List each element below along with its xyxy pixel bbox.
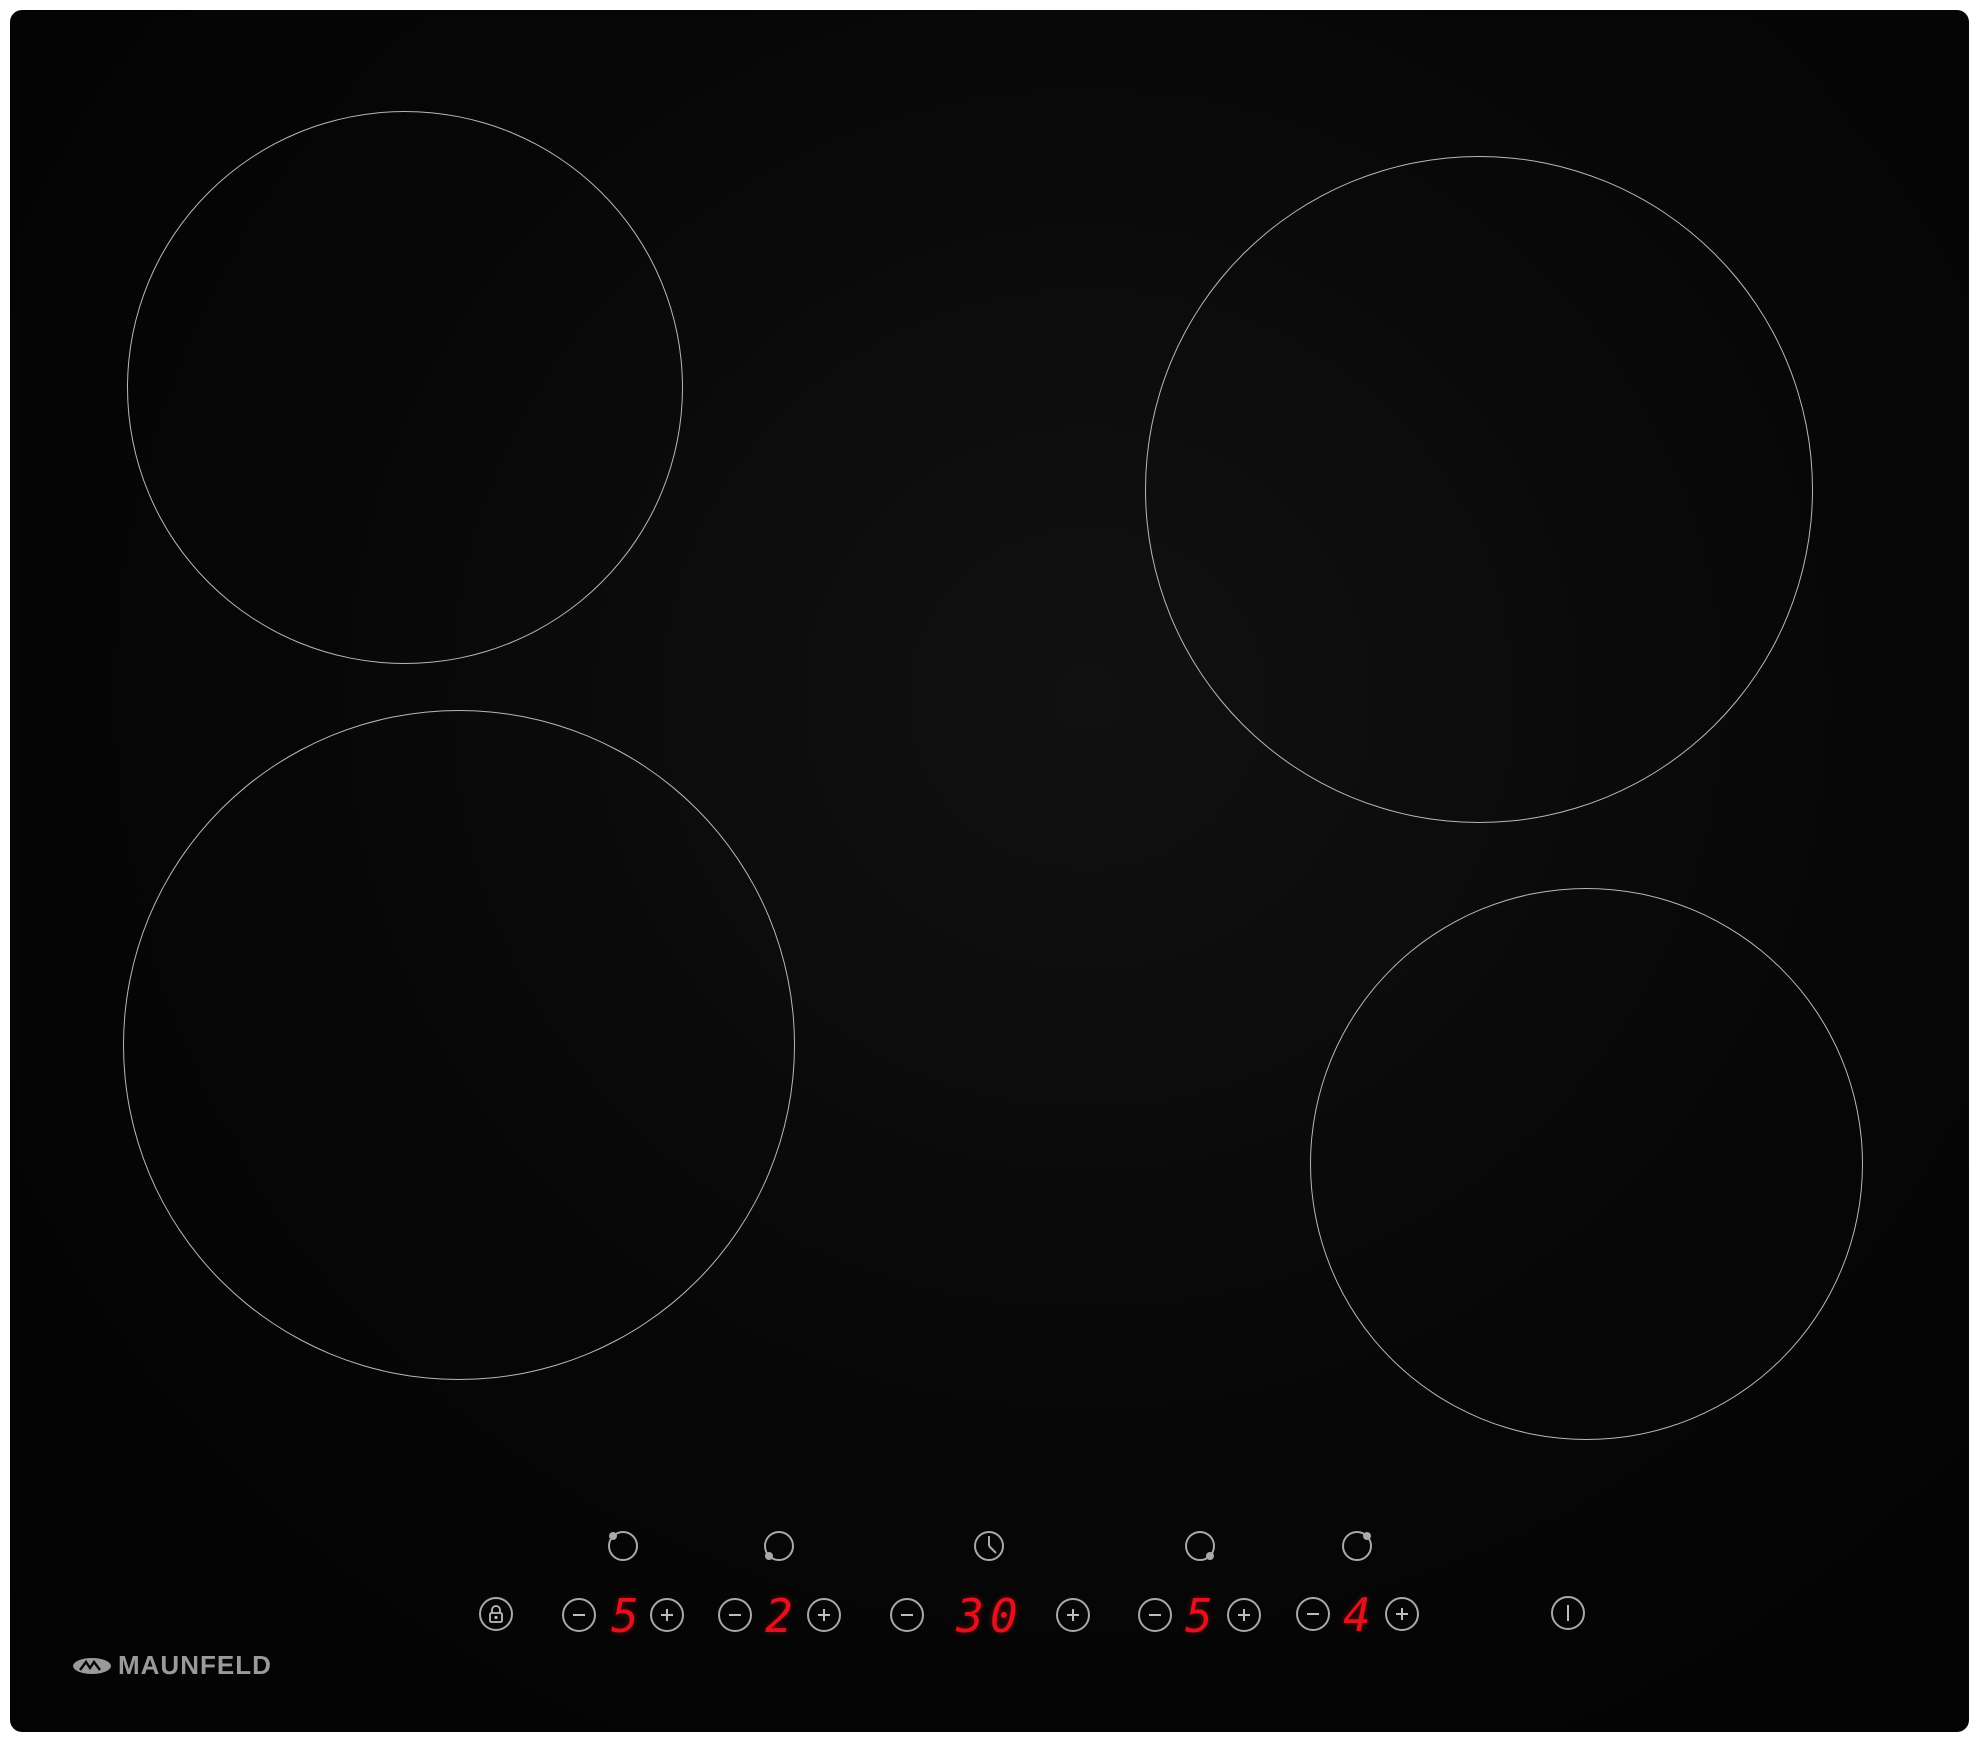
zone-front-right-minus-button[interactable]	[1138, 1598, 1172, 1632]
timer-minus-button[interactable]	[890, 1598, 924, 1632]
minus-icon	[901, 1614, 913, 1616]
plus-icon	[1067, 1609, 1079, 1621]
brand-logo: MAUNFELD	[72, 1650, 272, 1681]
lock-button[interactable]	[479, 1597, 513, 1631]
zone-front-right-icon[interactable]	[1183, 1529, 1217, 1563]
minus-icon	[1149, 1614, 1161, 1616]
minus-icon	[729, 1614, 741, 1616]
cooking-zone-rear-left	[127, 111, 683, 664]
plus-icon	[661, 1609, 673, 1621]
cooking-zone-rear-right	[1145, 156, 1813, 823]
zone-front-left-level-display: 2	[765, 1589, 799, 1643]
cooktop-panel: 5 2 30 5 4 MAUNFELD	[10, 10, 1969, 1732]
maunfeld-logo-mark-icon	[73, 1657, 111, 1674]
zone-front-right-level-display: 5	[1185, 1589, 1219, 1643]
plus-icon	[1396, 1608, 1408, 1620]
cooking-zone-front-left	[123, 710, 795, 1380]
zone-front-right-plus-button[interactable]	[1227, 1598, 1261, 1632]
minus-icon	[573, 1614, 585, 1616]
lock-icon	[489, 1605, 503, 1623]
timer-display: 30	[956, 1589, 1024, 1643]
zone-front-left-minus-button[interactable]	[718, 1598, 752, 1632]
zone-rear-right-plus-button[interactable]	[1385, 1597, 1419, 1631]
plus-icon	[818, 1609, 830, 1621]
clock-icon[interactable]	[972, 1529, 1006, 1563]
brand-name: MAUNFELD	[118, 1650, 272, 1680]
plus-icon	[1238, 1609, 1250, 1621]
power-button[interactable]	[1551, 1596, 1585, 1630]
zone-rear-left-minus-button[interactable]	[562, 1598, 596, 1632]
zone-rear-left-plus-button[interactable]	[650, 1598, 684, 1632]
zone-rear-left-level-display: 5	[611, 1589, 645, 1643]
minus-icon	[1307, 1613, 1319, 1615]
zone-rear-right-minus-button[interactable]	[1296, 1597, 1330, 1631]
zone-rear-right-icon[interactable]	[1340, 1529, 1374, 1563]
power-icon	[1567, 1605, 1569, 1621]
zone-front-left-plus-button[interactable]	[807, 1598, 841, 1632]
zone-front-left-icon[interactable]	[762, 1529, 796, 1563]
cooking-zone-front-right	[1310, 888, 1863, 1440]
zone-rear-left-icon[interactable]	[606, 1529, 640, 1563]
timer-plus-button[interactable]	[1056, 1598, 1090, 1632]
zone-rear-right-level-display: 4	[1343, 1588, 1377, 1642]
